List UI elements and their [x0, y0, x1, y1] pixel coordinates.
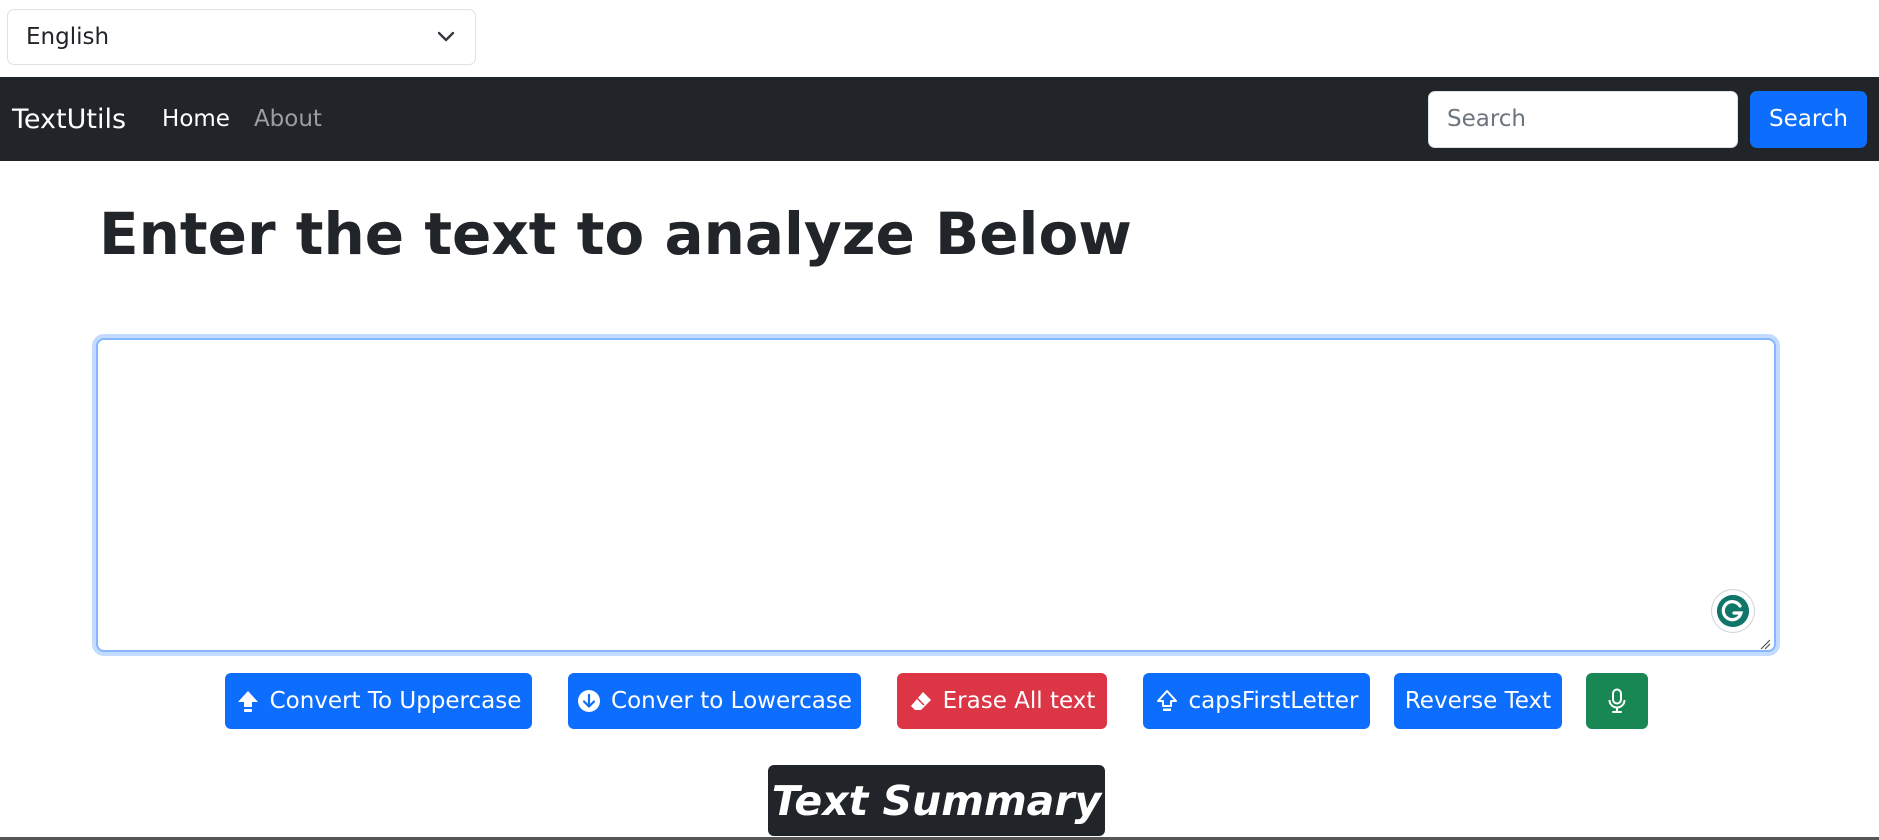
erase-all-button[interactable]: Erase All text	[897, 673, 1107, 729]
convert-lowercase-label: Conver to Lowercase	[611, 688, 852, 714]
microphone-icon	[1605, 688, 1629, 713]
reverse-text-label: Reverse Text	[1404, 688, 1552, 714]
arrow-down-circle-icon	[577, 689, 601, 713]
search-button[interactable]: Search	[1749, 90, 1867, 148]
action-buttons: Convert To Uppercase Conver to Lowercase…	[0, 673, 1879, 729]
arrow-up-icon	[236, 689, 260, 713]
text-input-container	[96, 338, 1776, 652]
convert-uppercase-label: Convert To Uppercase	[269, 688, 522, 714]
navbar-search-form: Search	[1427, 90, 1867, 148]
search-input[interactable]	[1427, 90, 1738, 148]
arrow-up-outline-icon	[1155, 689, 1179, 713]
caps-first-letter-button[interactable]: capsFirstLetter	[1143, 673, 1370, 729]
resize-handle-icon[interactable]	[1759, 635, 1771, 650]
chevron-down-icon	[435, 26, 457, 48]
nav-link-home[interactable]: Home	[162, 106, 230, 132]
language-select[interactable]: English	[7, 9, 476, 65]
grammarly-icon[interactable]	[1712, 590, 1754, 632]
text-summary-heading: Text Summary	[768, 765, 1105, 836]
convert-lowercase-button[interactable]: Conver to Lowercase	[568, 673, 861, 729]
navbar-brand[interactable]: TextUtils	[12, 104, 126, 135]
navbar: TextUtils Home About Search	[0, 77, 1879, 161]
page-heading: Enter the text to analyze Below	[99, 200, 1132, 268]
language-select-value: English	[26, 24, 110, 50]
nav-link-about[interactable]: About	[254, 106, 322, 132]
caps-first-letter-label: capsFirstLetter	[1188, 688, 1359, 714]
eraser-icon	[909, 689, 933, 713]
erase-all-label: Erase All text	[942, 688, 1096, 714]
text-input-area[interactable]	[98, 340, 1774, 650]
microphone-button[interactable]	[1586, 673, 1648, 729]
convert-uppercase-button[interactable]: Convert To Uppercase	[225, 673, 532, 729]
reverse-text-button[interactable]: Reverse Text	[1394, 673, 1562, 729]
